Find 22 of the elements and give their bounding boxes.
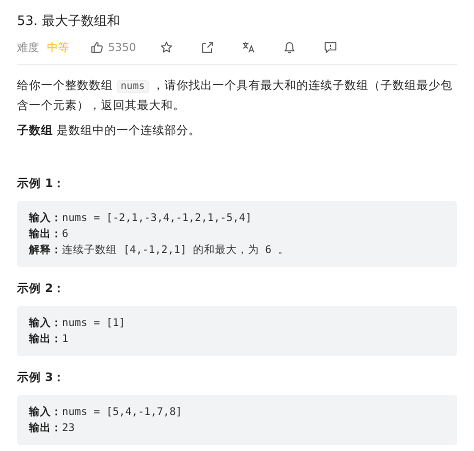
example-line: 解释：连续子数组 [4,-1,2,1] 的和最大，为 6 。 — [29, 243, 290, 258]
definition-note: 子数组 是数组中的一个连续部分。 — [17, 123, 202, 138]
problem-title: 53. 最大子数组和 — [17, 13, 121, 30]
feedback-icon[interactable] — [324, 41, 337, 54]
example-line: 输出：1 — [29, 332, 70, 348]
difficulty-level: 中等 — [47, 40, 69, 55]
share-icon[interactable] — [201, 41, 214, 54]
example-heading: 示例 1： — [17, 176, 66, 192]
example-line: 输入：nums = [5,4,-1,7,8] — [29, 405, 184, 420]
example-line: 输出：23 — [29, 421, 76, 436]
example-heading: 示例 3： — [17, 370, 66, 386]
like-count: 5350 — [108, 41, 136, 54]
thumbs-up-icon[interactable] — [91, 41, 104, 54]
example-line: 输出：6 — [29, 227, 70, 242]
problem-description: 给你一个整数数组 nums ，请你找出一个具有最大和的连续子数组（子数组最少包含一个元素），返回其最大和。 — [17, 77, 454, 114]
example-line: 输入：nums = [-2,1,-3,4,-1,2,1,-5,4] — [29, 211, 253, 226]
example-heading: 示例 2： — [17, 281, 66, 296]
star-icon[interactable] — [160, 41, 173, 54]
bell-icon[interactable] — [283, 41, 296, 54]
translate-icon[interactable] — [242, 41, 255, 54]
example-line: 输入：nums = [1] — [29, 316, 126, 332]
difficulty-label: 难度 — [17, 40, 39, 55]
